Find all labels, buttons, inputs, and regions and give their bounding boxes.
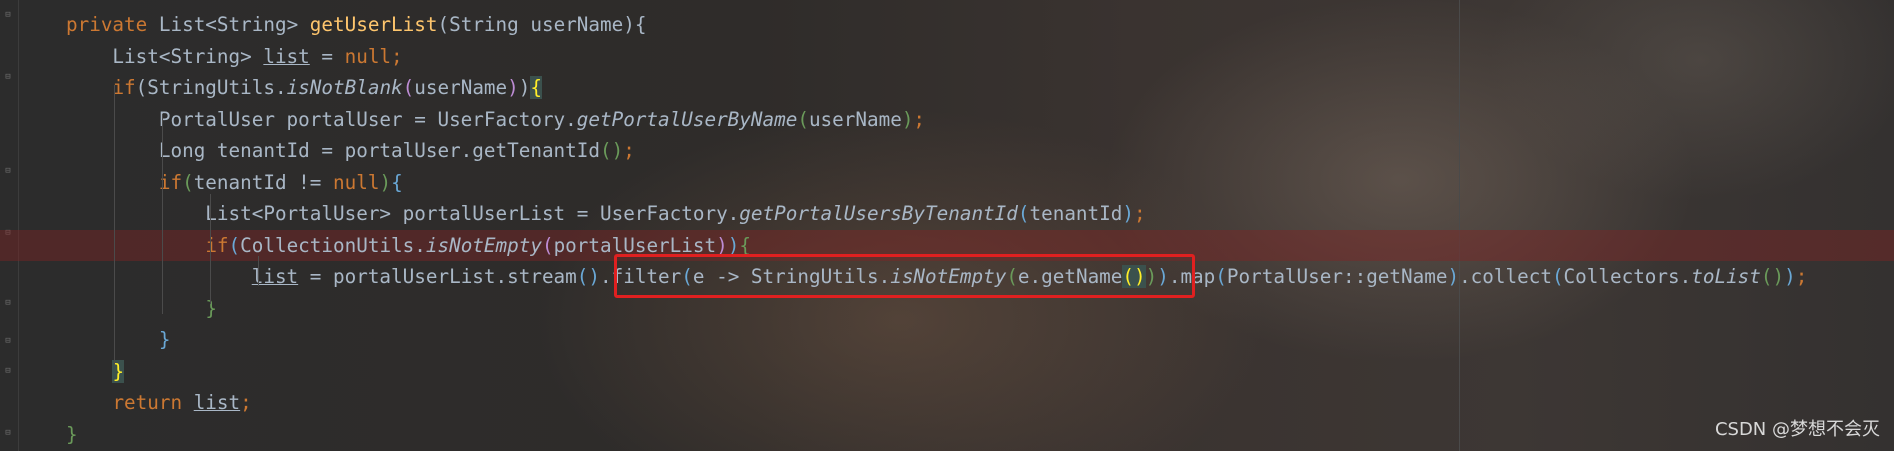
indent-guide <box>162 114 163 314</box>
code-token: list <box>193 391 241 414</box>
code-token: toList <box>1691 265 1761 288</box>
code-line-text: Long tenantId = portalUser.getTenantId()… <box>66 135 635 166</box>
code-token: = <box>309 44 345 68</box>
code-line-text: } <box>66 293 217 324</box>
code-token: ( <box>182 170 194 194</box>
code-token: List<PortalUser> portalUserList = UserFa… <box>66 202 740 225</box>
code-token: return <box>112 391 194 414</box>
code-token: ( <box>228 233 241 257</box>
code-token: (String userName){ <box>437 13 647 36</box>
code-line[interactable]: Long tenantId = portalUser.getTenantId()… <box>0 135 1894 166</box>
code-token: if <box>112 76 136 99</box>
code-token: ) <box>1447 265 1460 288</box>
code-token: getUserList <box>309 13 438 36</box>
code-token: ; <box>240 391 252 414</box>
code-line[interactable]: PortalUser portalUser = UserFactory.getP… <box>0 104 1894 135</box>
code-token: = portalUserList.stream <box>298 265 577 288</box>
highlight-annotation-box <box>614 254 1195 298</box>
code-token: ( <box>1215 265 1227 288</box>
code-token: List<String> <box>158 13 310 36</box>
code-token: ) <box>379 170 392 194</box>
code-line[interactable]: } <box>0 324 1894 355</box>
code-line-text: private List<String> getUserList(String … <box>66 9 646 40</box>
code-editor[interactable]: ⊟ ⊟ ⊟ ⊟ ⊟ ⊟ ⊟ ⊟ private List<String> get… <box>0 0 1894 451</box>
code-line[interactable]: } <box>0 356 1894 387</box>
code-line-text: PortalUser portalUser = UserFactory.getP… <box>66 104 925 135</box>
code-token: List<String> <box>66 44 264 68</box>
code-token: getPortalUsersByTenantId <box>739 202 1018 225</box>
code-token: isNotEmpty <box>425 233 542 257</box>
code-token: PortalUser::getName <box>1226 265 1448 288</box>
indent-guide <box>258 256 259 286</box>
code-line-text: } <box>66 324 171 355</box>
code-token: ( <box>402 76 415 99</box>
code-token: ) <box>518 76 531 99</box>
watermark: CSDN @梦想不会灭 <box>1714 419 1880 440</box>
code-token: ( <box>541 233 554 257</box>
code-token: ) <box>901 107 914 131</box>
code-line[interactable]: if(StringUtils.isNotBlank(userName)){ <box>0 72 1894 103</box>
code-token: list <box>263 44 310 68</box>
code-token: ) <box>1122 202 1134 225</box>
code-line-text: } <box>66 356 125 387</box>
code-token: userName <box>414 76 508 99</box>
code-token: null <box>333 170 380 194</box>
code-token: ; <box>1795 265 1808 288</box>
code-token: (StringUtils. <box>135 76 287 99</box>
code-token: Long tenantId = portalUser.getTenantId <box>66 139 600 162</box>
code-line-text: List<PortalUser> portalUserList = UserFa… <box>66 198 1146 229</box>
code-token: Collectors. <box>1563 265 1692 288</box>
code-line-text: if(tenantId != null){ <box>66 167 403 198</box>
code-token: if <box>205 233 229 257</box>
code-token: ; <box>623 139 635 162</box>
code-line-text: List<String> list = null; <box>66 41 403 72</box>
code-token: } <box>205 296 217 320</box>
indent-guide <box>210 194 211 304</box>
code-line[interactable]: List<String> list = null; <box>0 41 1894 72</box>
code-token: PortalUser portalUser = UserFactory. <box>66 107 577 131</box>
code-token: tenantId != <box>193 170 334 194</box>
code-token: ) <box>1784 265 1796 288</box>
code-token: null <box>344 44 392 68</box>
code-token: .collect <box>1459 265 1552 288</box>
code-token: tenantId <box>1029 202 1123 225</box>
code-token: ( <box>1017 202 1030 225</box>
code-line-text: return list; <box>66 387 252 418</box>
code-line[interactable]: } <box>0 419 1894 450</box>
code-token: () <box>576 265 600 288</box>
code-line[interactable]: private List<String> getUserList(String … <box>0 9 1894 40</box>
code-token: } <box>66 422 78 446</box>
code-token: () <box>1760 265 1785 288</box>
code-line-text: } <box>66 419 78 450</box>
code-token: isNotBlank <box>286 76 403 99</box>
code-token: ( <box>797 107 809 131</box>
code-line-text: if(StringUtils.isNotBlank(userName)){ <box>66 72 542 103</box>
code-token: CollectionUtils. <box>240 233 426 257</box>
code-token: ) <box>507 76 519 99</box>
code-line[interactable]: if(tenantId != null){ <box>0 167 1894 198</box>
code-token: userName <box>808 107 902 131</box>
code-token: ; <box>913 107 926 131</box>
code-line[interactable]: List<PortalUser> portalUserList = UserFa… <box>0 198 1894 229</box>
code-token: ; <box>1133 202 1146 225</box>
code-token: } <box>158 328 171 351</box>
code-token: { <box>530 76 542 99</box>
code-token: ; <box>391 44 403 68</box>
code-line[interactable]: return list; <box>0 387 1894 418</box>
code-token: getPortalUserByName <box>576 107 798 131</box>
indent-guide <box>114 85 115 365</box>
code-token: { <box>391 170 403 194</box>
code-token: ( <box>1551 265 1564 288</box>
code-token: private <box>66 13 159 36</box>
code-token: () <box>599 139 624 162</box>
